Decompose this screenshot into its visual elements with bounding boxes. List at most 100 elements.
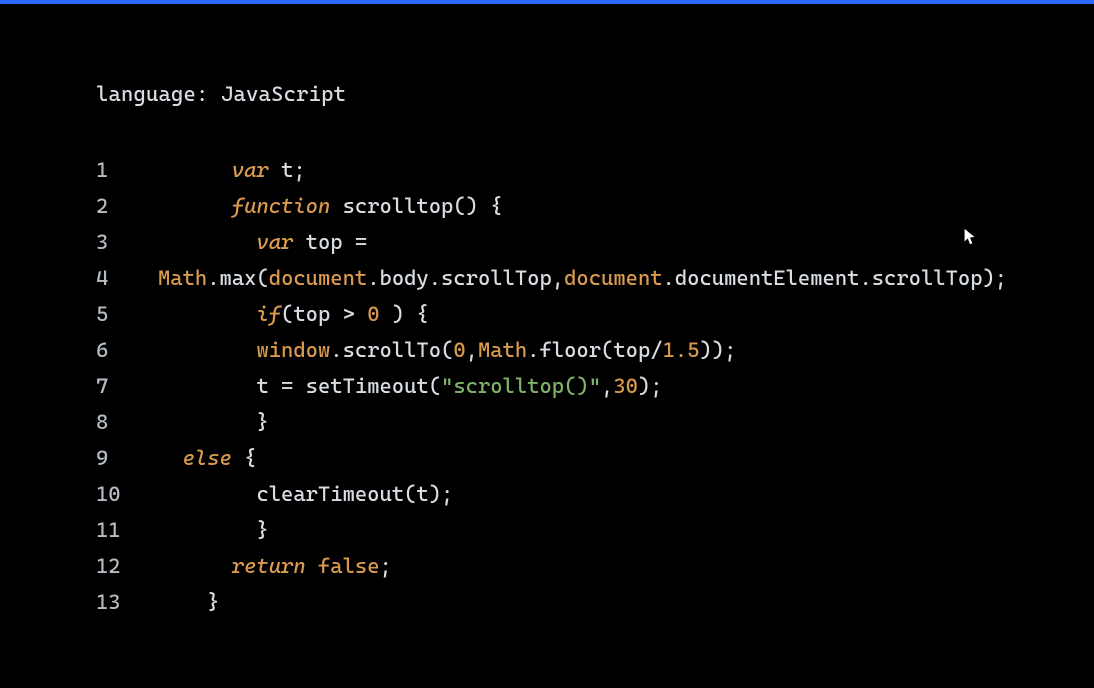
token: scrolltop <box>343 194 454 218</box>
line-number: 10 <box>96 476 158 512</box>
indent <box>158 374 256 398</box>
token: body <box>380 266 429 290</box>
code-line[interactable]: 10 clearTimeout(t); <box>96 476 1094 512</box>
line-number: 8 <box>96 404 158 440</box>
line-content[interactable]: } <box>158 404 269 440</box>
token: scrollTop <box>441 266 552 290</box>
line-content[interactable]: var top = <box>158 224 380 260</box>
token: scrollTop <box>872 266 983 290</box>
line-content[interactable]: return false; <box>158 548 392 584</box>
token: . <box>367 266 379 290</box>
token: scrollTo <box>343 338 441 362</box>
code-line[interactable]: 6 window.scrollTo(0,Math.floor(top/1.5))… <box>96 332 1094 368</box>
indent <box>158 590 207 614</box>
token: = <box>269 374 306 398</box>
code-line[interactable]: 3 var top = <box>96 224 1094 260</box>
code-line[interactable]: 13 } <box>96 584 1094 620</box>
token: ( <box>281 302 293 326</box>
indent <box>158 446 183 470</box>
token <box>330 194 342 218</box>
code-editor[interactable]: language: JavaScript 1 var t;2 function … <box>0 4 1094 620</box>
line-content[interactable]: function scrolltop() { <box>158 188 503 224</box>
token: . <box>207 266 219 290</box>
line-content[interactable]: Math.max(document.body.scrollTop,documen… <box>158 260 1007 296</box>
token: ) { <box>380 302 429 326</box>
token: 0 <box>367 302 379 326</box>
token: ; <box>380 554 392 578</box>
token: var <box>256 230 293 254</box>
code-line[interactable]: 2 function scrolltop() { <box>96 188 1094 224</box>
line-content[interactable]: t = setTimeout("scrolltop()",30); <box>158 368 663 404</box>
token: else <box>183 446 232 470</box>
token: function <box>232 194 330 218</box>
token: } <box>256 518 268 542</box>
line-number: 2 <box>96 188 158 224</box>
indent <box>158 302 256 326</box>
token: t <box>281 158 293 182</box>
token: } <box>256 410 268 434</box>
token: ( <box>441 338 453 362</box>
code-line[interactable]: 5 if(top > 0 ) { <box>96 296 1094 332</box>
line-content[interactable]: else { <box>158 440 256 476</box>
indent <box>158 158 232 182</box>
token: t <box>256 374 268 398</box>
code-line[interactable]: 12 return false; <box>96 548 1094 584</box>
token: Math <box>478 338 527 362</box>
token: ; <box>293 158 305 182</box>
code-line[interactable]: 8 } <box>96 404 1094 440</box>
token: > <box>330 302 367 326</box>
token: floor <box>539 338 601 362</box>
line-number: 7 <box>96 368 158 404</box>
token: , <box>466 338 478 362</box>
token: top <box>293 302 330 326</box>
indent <box>158 338 256 362</box>
line-number: 9 <box>96 440 158 476</box>
token: "scrolltop()" <box>441 374 601 398</box>
code-line[interactable]: 9 else { <box>96 440 1094 476</box>
token: ); <box>983 266 1008 290</box>
token: 1.5 <box>663 338 700 362</box>
token: ( <box>404 482 416 506</box>
line-content[interactable]: } <box>158 584 220 620</box>
code-line[interactable]: 11 } <box>96 512 1094 548</box>
token: ); <box>429 482 454 506</box>
token: if <box>256 302 281 326</box>
indent <box>158 194 232 218</box>
code-block[interactable]: 1 var t;2 function scrolltop() {3 var to… <box>96 152 1094 620</box>
token: 30 <box>613 374 638 398</box>
language-indicator: language: JavaScript <box>96 82 1094 106</box>
token: clearTimeout <box>256 482 404 506</box>
line-content[interactable]: clearTimeout(t); <box>158 476 453 512</box>
line-number: 13 <box>96 584 158 620</box>
token: false <box>318 554 380 578</box>
line-content[interactable]: } <box>158 512 269 548</box>
token: 0 <box>453 338 465 362</box>
token: t <box>416 482 428 506</box>
token: ); <box>638 374 663 398</box>
token: . <box>429 266 441 290</box>
token: / <box>650 338 662 362</box>
indent <box>158 554 232 578</box>
token: . <box>527 338 539 362</box>
line-content[interactable]: var t; <box>158 152 306 188</box>
token: )); <box>699 338 736 362</box>
token: top <box>306 230 343 254</box>
line-content[interactable]: if(top > 0 ) { <box>158 296 429 332</box>
token: Math <box>158 266 207 290</box>
indent <box>158 230 256 254</box>
token: ( <box>256 266 268 290</box>
token: max <box>220 266 257 290</box>
language-label: language: <box>96 82 221 106</box>
token: window <box>256 338 330 362</box>
line-number: 1 <box>96 152 158 188</box>
token: setTimeout <box>306 374 429 398</box>
token: . <box>663 266 675 290</box>
code-line[interactable]: 4Math.max(document.body.scrollTop,docume… <box>96 260 1094 296</box>
code-line[interactable]: 1 var t; <box>96 152 1094 188</box>
indent <box>158 518 256 542</box>
code-line[interactable]: 7 t = setTimeout("scrolltop()",30); <box>96 368 1094 404</box>
line-content[interactable]: window.scrollTo(0,Math.floor(top/1.5)); <box>158 332 736 368</box>
token: documentElement <box>675 266 860 290</box>
indent <box>158 482 256 506</box>
token <box>269 158 281 182</box>
